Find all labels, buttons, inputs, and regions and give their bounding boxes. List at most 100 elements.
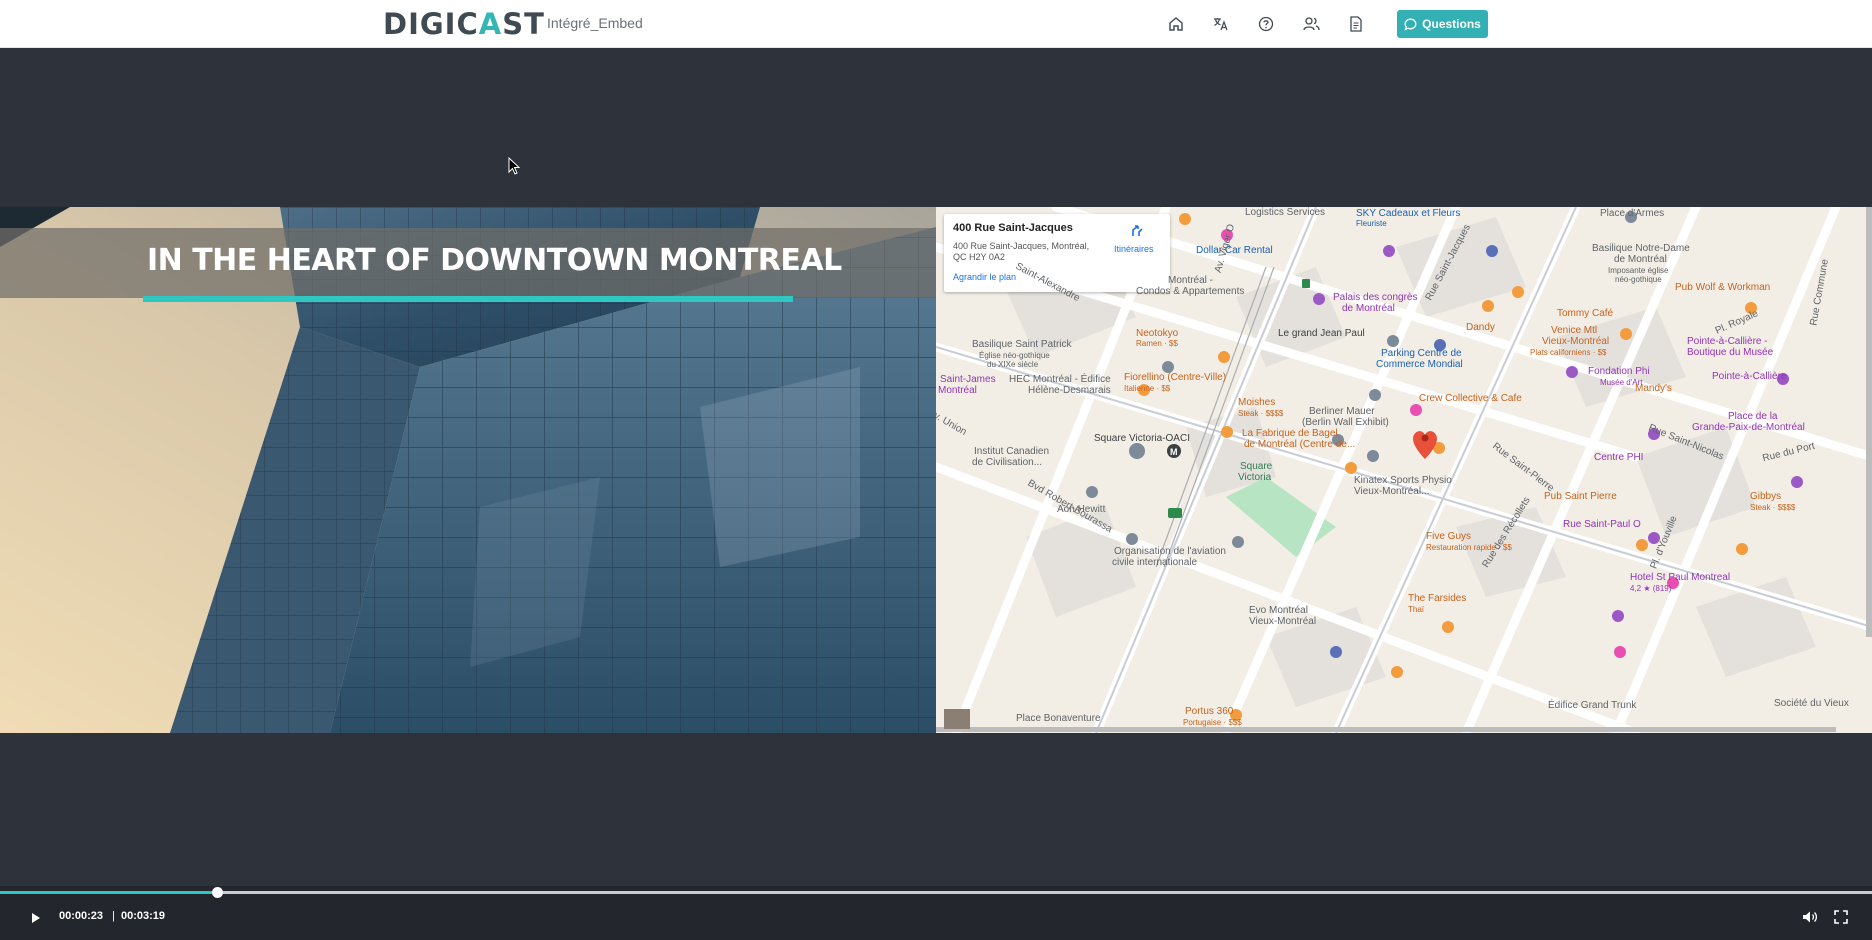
map-label: Hélène-Desmarais	[1028, 385, 1111, 396]
video-player-controls	[0, 886, 1872, 940]
questions-button[interactable]: Questions	[1397, 10, 1488, 38]
map-label: Saint-James	[940, 374, 996, 385]
map-label: Italienne · $$	[1124, 384, 1171, 393]
map-place-address: 400 Rue Saint-Jacques, Montréal, QC H2Y …	[953, 241, 1090, 262]
map-label: Boutique du Musée	[1687, 347, 1774, 358]
map-label: Gibbys	[1750, 491, 1782, 502]
slide-headline: IN THE HEART OF DOWNTOWN MONTREAL	[147, 243, 842, 278]
map-label: Fondation Phi	[1588, 366, 1650, 377]
map-label: Montréal -	[1168, 275, 1214, 286]
map-label: de Montréal	[1614, 254, 1667, 265]
map-label: Victoria	[1238, 472, 1272, 483]
home-icon[interactable]	[1166, 14, 1186, 34]
fullscreen-button[interactable]	[1834, 910, 1848, 929]
map-label: Vieux-Montréal...	[1354, 486, 1430, 497]
fullscreen-icon	[1834, 910, 1848, 924]
map-label: Square	[1240, 461, 1273, 472]
map-label: Commerce Mondial	[1376, 359, 1463, 370]
directions-icon[interactable]	[1130, 223, 1144, 242]
document-icon[interactable]	[1346, 14, 1366, 34]
map-label: Institut Canadien	[974, 446, 1050, 457]
map-label: La Fabrique de Bagel	[1242, 428, 1338, 439]
map-label: Plats californiens · $$	[1530, 348, 1607, 357]
questions-button-label: Questions	[1422, 17, 1481, 31]
map-label: Venice Mtl	[1551, 325, 1598, 336]
map-label: Hotel St Paul Montreal	[1630, 572, 1731, 583]
users-icon[interactable]	[1301, 14, 1321, 34]
map-label: Centre PHI	[1594, 452, 1644, 463]
map-label: Thaï	[1408, 605, 1425, 614]
map-label: Société du Vieux	[1774, 698, 1849, 709]
event-title: Intégré_Embed	[547, 15, 643, 31]
map-label: de Montréal	[1342, 303, 1395, 314]
directions-link[interactable]: Itinéraires	[1114, 244, 1154, 254]
current-time: 00:00:23	[59, 910, 104, 922]
map-label: Parking Centre de	[1381, 348, 1462, 359]
map-label: Vieux-Montréal	[1249, 616, 1317, 627]
map-label: Ramen · $$	[1136, 339, 1178, 348]
help-icon[interactable]	[1256, 14, 1276, 34]
map-label: Logistics Services	[1245, 207, 1326, 218]
map-label: Dandy	[1466, 322, 1495, 333]
volume-icon	[1803, 911, 1818, 923]
map-label: Édifice Grand Trunk	[1548, 700, 1637, 711]
map-label: néo-gothique	[1615, 275, 1662, 284]
map-label: Portus 360	[1185, 706, 1234, 717]
map-label: Pub Saint Pierre	[1544, 491, 1617, 502]
volume-button[interactable]	[1802, 910, 1818, 929]
enlarge-map-link[interactable]: Agrandir le plan	[953, 272, 1016, 282]
map-label: 4,2 ★ (819)	[1630, 584, 1672, 593]
map-label: Fiorellino (Centre-Ville)	[1124, 372, 1227, 383]
map-label: Mandy's	[1635, 383, 1672, 394]
map-label: Rue Saint-Paul O	[1563, 519, 1641, 530]
seek-bar-progress	[0, 891, 217, 894]
map-label: Organisation de l'aviation	[1114, 546, 1226, 557]
translate-icon[interactable]	[1211, 14, 1231, 34]
svg-text:M: M	[1170, 447, 1178, 457]
map-label: Square Victoria-OACI	[1094, 433, 1190, 444]
map-label: Place Bonaventure	[1016, 713, 1101, 724]
map-label: Tommy Café	[1557, 308, 1614, 319]
map-label: Fleuriste	[1356, 219, 1387, 228]
map-label: (Berlin Wall Exhibit)	[1302, 417, 1389, 428]
map-label: Five Guys	[1426, 531, 1472, 542]
mouse-cursor-icon	[508, 156, 521, 180]
map-label: Pointe-à-Callière	[1712, 371, 1787, 382]
map-label: Steak · $$$$	[1750, 503, 1796, 512]
headline-underline	[143, 296, 793, 302]
map-label: Vieux-Montréal	[1542, 336, 1610, 347]
map-label: Portugaise · $$$	[1183, 718, 1242, 727]
map-label: Montréal	[938, 385, 977, 396]
total-duration: 00:03:19	[121, 910, 166, 922]
map-label: Palais des congrès	[1333, 292, 1418, 303]
top-bar: DIGICAST Intégré_Embed Questions	[0, 0, 1872, 48]
map-label: Le grand Jean Paul	[1278, 328, 1365, 339]
map-label: The Farsides	[1408, 593, 1467, 604]
seek-bar[interactable]	[0, 891, 1872, 894]
map-place-title: 400 Rue Saint-Jacques	[953, 222, 1073, 234]
map-label: Place de la	[1728, 411, 1778, 422]
map-label: Steak · $$$$	[1238, 409, 1284, 418]
map-label: civile internationale	[1112, 557, 1198, 568]
play-button[interactable]	[31, 911, 41, 929]
map-label: Pub Wolf & Workman	[1675, 282, 1771, 293]
chat-bubble-icon	[1404, 18, 1417, 31]
embedded-map[interactable]: M 400 Rue Saint-Jacques 400 Rue Saint-Ja…	[936, 207, 1872, 733]
map-label: de Montréal (Centre de...	[1244, 439, 1356, 450]
map-label: Evo Montréal	[1249, 605, 1308, 616]
map-label: Kinatex Sports Physio	[1354, 475, 1452, 486]
map-label: Condos & Appartements	[1136, 286, 1245, 297]
map-label: HEC Montréal - Édifice	[1009, 374, 1111, 385]
seek-handle[interactable]	[212, 887, 223, 898]
map-label: Moishes	[1238, 397, 1276, 408]
time-separator: |	[112, 910, 115, 922]
map-label: Crew Collective & Cafe	[1419, 393, 1522, 404]
map-label: Berliner Mauer	[1309, 406, 1375, 417]
map-label: Dollar Car Rental	[1196, 245, 1273, 256]
map-label: de Civilisation...	[972, 457, 1043, 468]
map-label: Basilique Notre-Dame	[1592, 243, 1690, 254]
play-icon	[32, 913, 40, 923]
map-label: du XIXe siècle	[987, 360, 1039, 369]
digicast-logo[interactable]: DIGICAST	[383, 7, 545, 41]
map-label: Grande-Paix-de-Montréal	[1692, 422, 1805, 433]
